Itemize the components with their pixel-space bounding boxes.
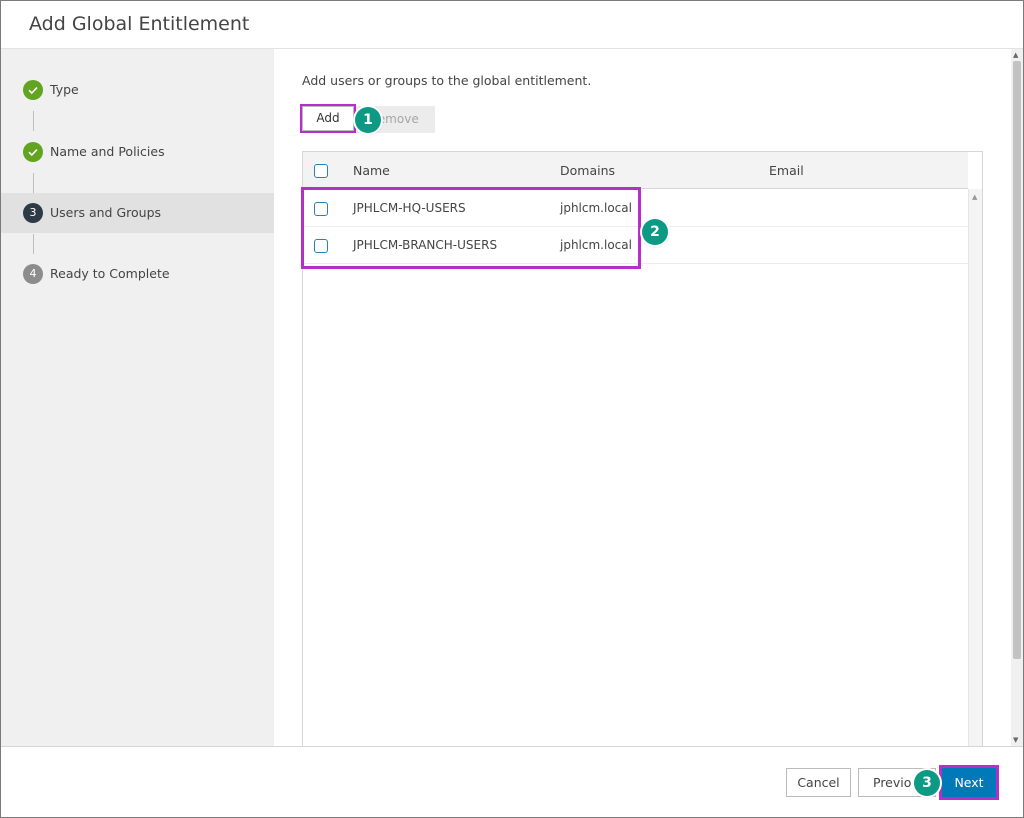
step-name-and-policies[interactable]: Name and Policies — [1, 132, 274, 172]
scroll-up-arrow-icon[interactable]: ▲ — [1013, 51, 1018, 59]
step-ready-to-complete[interactable]: 4 Ready to Complete — [1, 254, 274, 294]
rows-highlight-box — [301, 187, 641, 269]
wizard-steps-sidebar: Type Name and Policies 3 Users and Group… — [1, 49, 274, 746]
dialog-title: Add Global Entitlement — [29, 13, 250, 35]
step-label: Ready to Complete — [50, 266, 170, 281]
annotation-badge-3: 3 — [914, 770, 940, 796]
column-header-email[interactable]: Email — [769, 163, 804, 178]
column-header-domains[interactable]: Domains — [560, 163, 615, 178]
check-icon — [23, 80, 43, 100]
check-icon — [23, 142, 43, 162]
scroll-up-arrow-icon[interactable]: ▲ — [972, 193, 977, 201]
step-label: Users and Groups — [50, 205, 162, 220]
step-connector — [33, 234, 34, 254]
grid-scrollbar[interactable]: ▲ — [968, 189, 982, 746]
column-header-name[interactable]: Name — [353, 163, 390, 178]
grid-header: Name Domains Email — [303, 152, 968, 189]
step-number: 3 — [23, 203, 43, 223]
annotation-badge-1: 1 — [355, 107, 381, 133]
dialog-header: Add Global Entitlement — [1, 1, 1023, 49]
annotation-badge-2: 2 — [642, 219, 668, 245]
dialog-scrollbar[interactable]: ▲ ▼ — [1011, 49, 1023, 746]
step-type[interactable]: Type — [1, 70, 274, 110]
step-number: 4 — [23, 264, 43, 284]
scrollbar-thumb[interactable] — [1013, 61, 1021, 659]
step-connector — [33, 173, 34, 193]
step-connector — [33, 111, 34, 131]
step-users-and-groups[interactable]: 3 Users and Groups — [1, 193, 274, 233]
main-content: Add users or groups to the global entitl… — [274, 49, 1011, 746]
intro-text: Add users or groups to the global entitl… — [302, 73, 592, 88]
cancel-button[interactable]: Cancel — [786, 768, 851, 797]
select-all-checkbox[interactable] — [314, 164, 328, 178]
add-button[interactable]: Add — [300, 104, 356, 133]
add-global-entitlement-dialog: Add Global Entitlement Type Name and Pol… — [0, 0, 1024, 818]
users-groups-grid: Name Domains Email JPHLCM-HQ-USERS jphlc… — [301, 151, 983, 746]
step-label: Type — [50, 82, 79, 97]
step-label: Name and Policies — [50, 144, 165, 159]
scroll-down-arrow-icon[interactable]: ▼ — [1013, 736, 1018, 744]
next-button[interactable]: Next — [939, 765, 999, 800]
dialog-footer: Cancel Previous Next 3 — [1, 746, 1023, 817]
